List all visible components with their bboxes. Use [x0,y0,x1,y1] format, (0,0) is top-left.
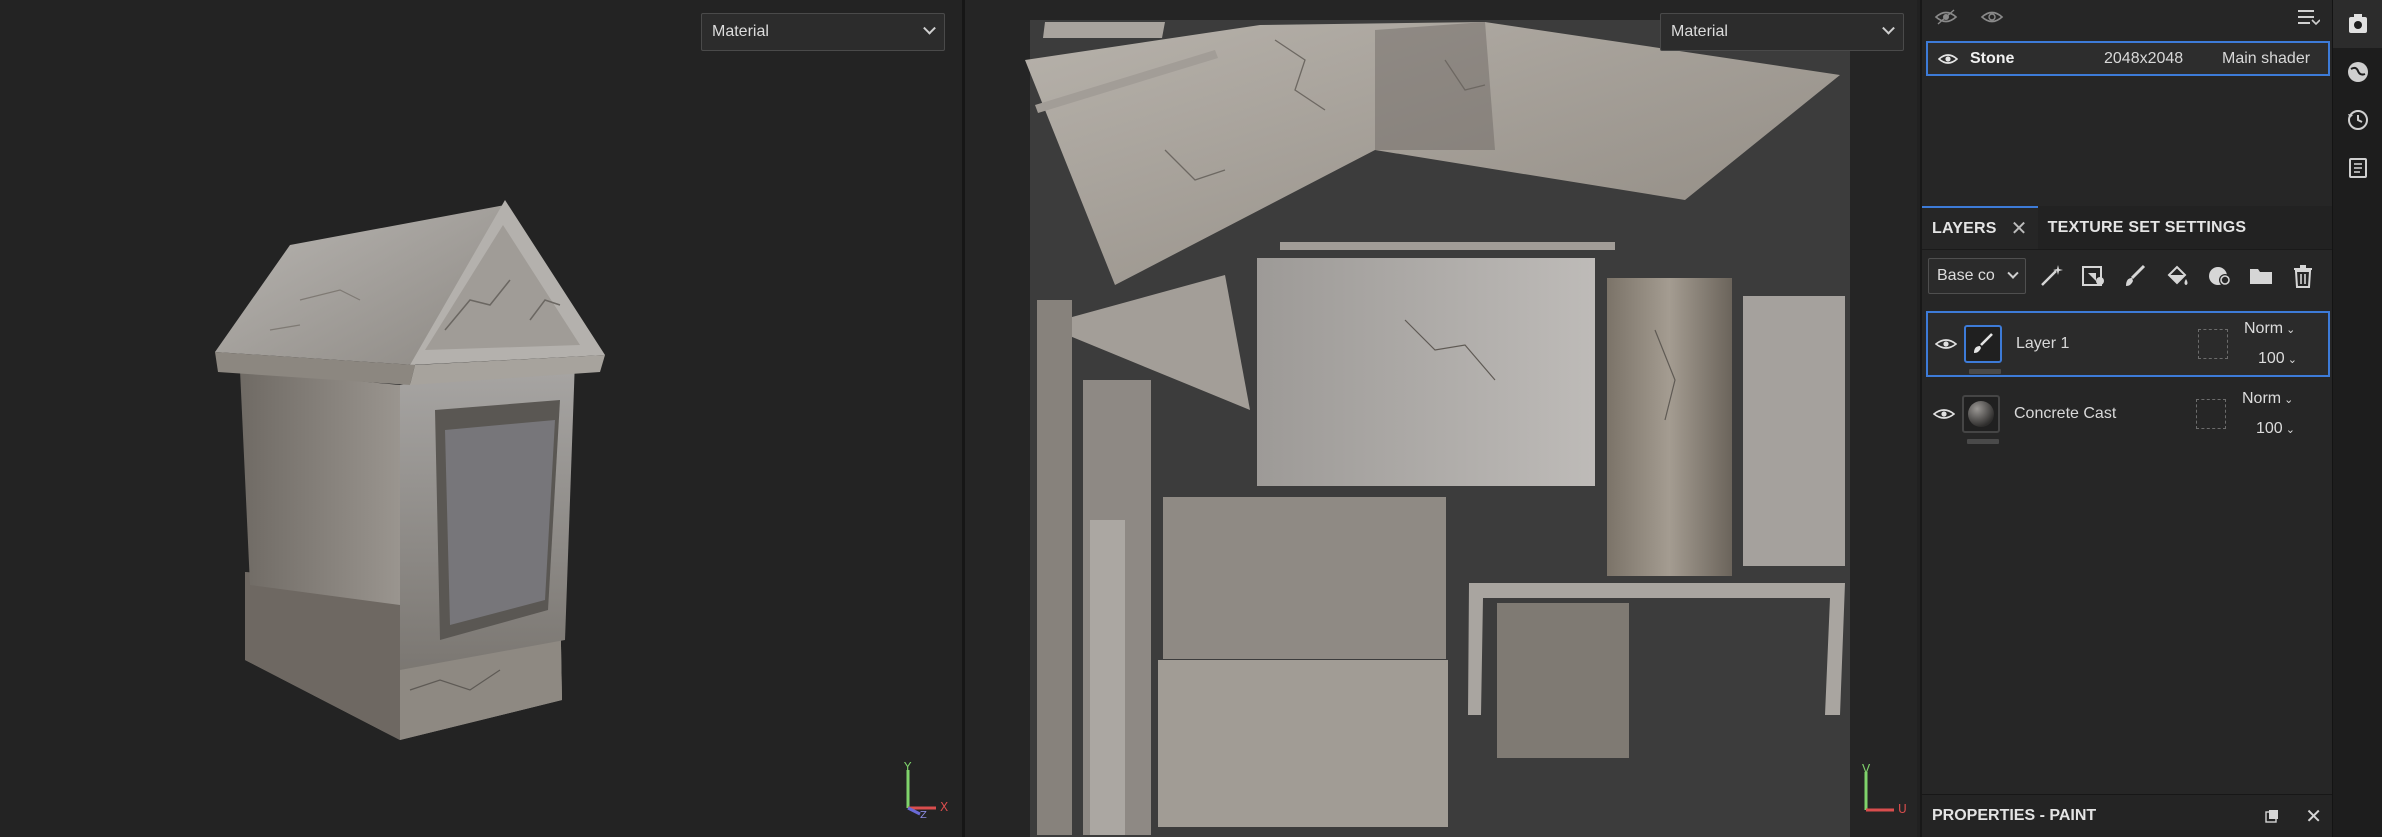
chevron-down-icon [1882,21,1895,35]
tab-layers[interactable]: LAYERS ✕ [1922,206,2038,249]
chevron-down-icon [923,21,936,35]
layer-mask-bar [1967,439,1999,444]
blend-mode-label: Norm [2244,320,2284,337]
channel-select[interactable]: Base co [1928,258,2026,294]
blend-mode-select[interactable]: Norm ⌄ [2244,320,2297,338]
fill-icon[interactable] [2076,259,2110,293]
trash-icon[interactable] [2286,259,2320,293]
opacity-select[interactable]: 100 ⌄ [2242,420,2295,438]
tab-texture-set-settings-label: TEXTURE SET SETTINGS [2047,218,2247,236]
eye-alt-icon[interactable] [1980,8,2004,26]
smart-material-icon[interactable] [2202,259,2236,293]
chevron-down-icon: ⌄ [2286,324,2296,336]
close-icon[interactable]: ✕ [2305,804,2322,829]
axis-x-label: X [940,800,949,814]
layer-blend-controls: Norm ⌄ 100 ⌄ [2242,390,2295,438]
folder-icon[interactable] [2244,259,2278,293]
axis-gizmo-3d: Y X Z [900,760,950,821]
history-icon[interactable] [2333,96,2382,144]
paint-bucket-icon[interactable] [2160,259,2194,293]
viewport-2d[interactable]: Material V U [965,0,1917,837]
tab-layers-label: LAYERS [1932,219,1997,237]
tab-texture-set-settings[interactable]: TEXTURE SET SETTINGS [2038,206,2257,249]
layer-item[interactable]: Concrete Cast Norm ⌄ 100 ⌄ [1926,381,2330,447]
shading-mode-select-2d[interactable]: Material [1660,13,1904,51]
layer-mask-bar [1969,369,2001,374]
properties-panel-header: PROPERTIES - PAINT ✕ [1922,794,2332,837]
magic-wand-icon[interactable] [2034,259,2068,293]
chevron-down-icon: ⌄ [2284,394,2294,406]
chevron-down-icon: ⌄ [2287,354,2297,366]
properties-title: PROPERTIES - PAINT [1932,807,2097,824]
close-icon[interactable]: ✕ [2011,216,2028,241]
panel-menu-icon[interactable] [2296,7,2320,27]
eye-icon[interactable] [1938,52,1958,66]
layer-name: Layer 1 [2016,335,2070,352]
channel-select-label: Base co [1937,267,1995,284]
layers-tabbar: LAYERS ✕ TEXTURE SET SETTINGS [1922,206,2332,250]
material-sphere-icon [1968,401,1994,427]
texture-set-resolution: 2048x2048 [2104,49,2184,67]
environment-icon[interactable] [2333,48,2382,96]
chevron-down-icon: ⌄ [2285,424,2295,436]
log-icon[interactable] [2333,144,2382,192]
shading-mode-label: Material [712,23,769,40]
eye-icon[interactable] [1934,8,1958,26]
texture-set-layers-panel: Stone 2048x2048 Main shader LAYERS ✕ TEX… [1920,0,2332,837]
opacity-value: 100 [2258,350,2285,367]
uv-texture-preview [1025,20,1850,837]
axis-z-label: Z [920,810,927,821]
chevron-down-icon [2007,267,2019,279]
layer-blend-controls: Norm ⌄ 100 ⌄ [2244,320,2297,368]
shelf-icon[interactable] [2333,0,2382,48]
mesh-3d-preview [215,200,605,740]
layer-mask-slot[interactable] [2198,329,2228,359]
shading-mode-label-2d: Material [1671,23,1728,40]
layer-item[interactable]: Layer 1 Norm ⌄ 100 ⌄ [1926,311,2330,377]
texture-set-header [1922,0,2332,34]
layer-thumbnail[interactable] [1964,325,2002,374]
texture-set-shader: Main shader [2222,49,2311,67]
layers-toolbar: Base co [1928,256,2328,296]
axis-y-label: Y [904,760,912,774]
blend-mode-select[interactable]: Norm ⌄ [2242,390,2295,408]
blend-mode-label: Norm [2242,390,2282,407]
viewport-3d[interactable]: Material Y X Z [0,0,962,837]
brush-icon[interactable] [2118,259,2152,293]
texture-set-name: Stone [1970,49,2015,67]
undock-icon[interactable] [2265,809,2279,823]
layer-mask-slot[interactable] [2196,399,2226,429]
layer-thumbnail[interactable] [1962,395,2000,444]
opacity-select[interactable]: 100 ⌄ [2244,350,2297,368]
axis-gizmo-2d: V U [1858,762,1908,822]
opacity-value: 100 [2256,420,2283,437]
axis-u-label: U [1898,802,1907,816]
texture-set-row[interactable]: Stone 2048x2048 Main shader [1926,41,2330,76]
eye-icon[interactable] [1928,337,1964,351]
layer-name: Concrete Cast [2014,405,2117,422]
axis-v-label: V [1862,762,1871,776]
shading-mode-select[interactable]: Material [701,13,945,51]
right-shelf-rail [2332,0,2382,837]
brush-icon [1974,333,1993,353]
eye-icon[interactable] [1926,407,1962,421]
